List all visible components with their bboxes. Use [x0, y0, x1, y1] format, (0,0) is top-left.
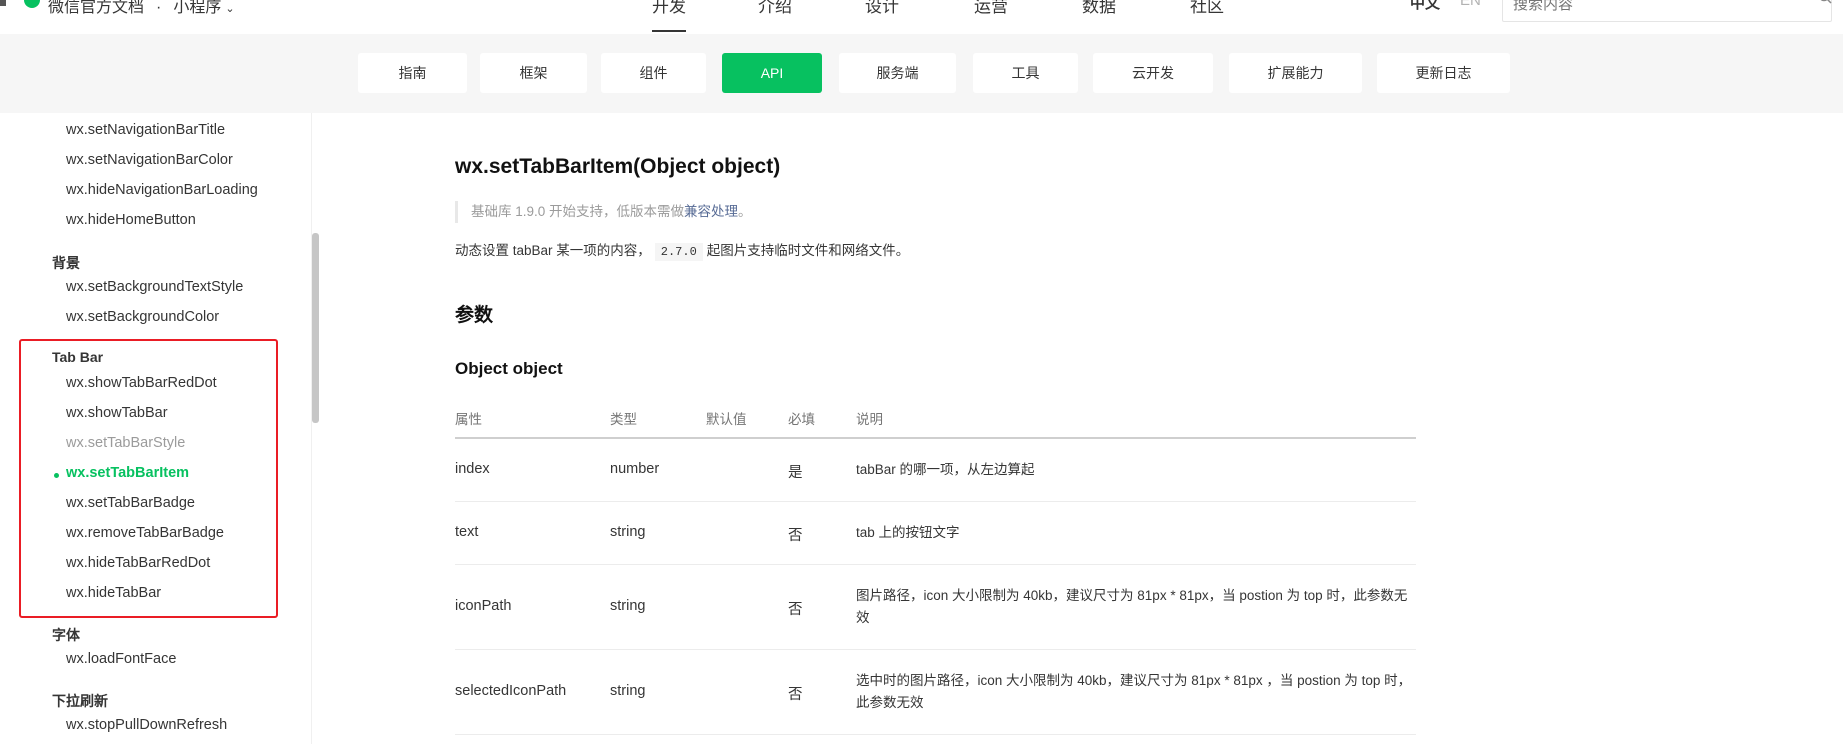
support-note: 基础库 1.9.0 开始支持，低版本需做兼容处理。 [455, 201, 875, 223]
tab-changelog[interactable]: 更新日志 [1377, 53, 1510, 93]
window-edge-mark [0, 0, 6, 6]
tab-guide[interactable]: 指南 [358, 53, 467, 93]
table-cell-desc: 图片路径，icon 大小限制为 40kb，建议尺寸为 81px * 81px，当… [856, 588, 1408, 625]
sidebar-item[interactable]: wx.setBackgroundColor [66, 309, 219, 325]
table-header-name: 属性 [455, 412, 482, 427]
topnav-data[interactable]: 数据 [1082, 0, 1116, 17]
sidebar-item[interactable]: wx.hideTabBar [66, 585, 161, 601]
support-text: 基础库 1.9.0 开始支持，低版本需做 [471, 204, 685, 219]
sidebar-group-title: 下拉刷新 [52, 693, 108, 709]
topnav-intro[interactable]: 介绍 [758, 0, 792, 17]
tab-components[interactable]: 组件 [601, 53, 706, 93]
table-header-divider [455, 437, 1416, 439]
sidebar-group-title: Tab Bar [52, 349, 104, 365]
sidebar-item[interactable]: wx.hideHomeButton [66, 212, 196, 228]
sidebar-scrollbar[interactable] [312, 233, 319, 423]
brand-separator: · [156, 0, 162, 16]
table-cell-type: string [610, 683, 646, 699]
table-cell-name: selectedIconPath [455, 683, 567, 699]
sidebar-item[interactable]: wx.showTabBar [66, 405, 168, 421]
chevron-down-icon[interactable]: ⌄ [225, 3, 234, 15]
topnav-community[interactable]: 社区 [1190, 0, 1224, 17]
table-cell-type: string [610, 598, 646, 614]
sidebar-item[interactable]: wx.showTabBarRedDot [66, 375, 217, 391]
description: 动态设置 tabBar 某一项的内容， 2.7.0 起图片支持临时文件和网络文件。 [455, 239, 910, 261]
table-cell-desc: tab 上的按钮文字 [856, 525, 960, 540]
params-heading: 参数 [455, 305, 494, 326]
sidebar-item[interactable]: wx.setTabBarStyle [66, 435, 185, 451]
tab-server[interactable]: 服务端 [839, 53, 956, 93]
topnav-operate[interactable]: 运营 [974, 0, 1008, 17]
table-cell-name: iconPath [455, 598, 512, 614]
sidebar-item[interactable]: wx.stopPullDownRefresh [66, 717, 227, 733]
compat-link[interactable]: 兼容处理 [684, 204, 738, 219]
table-cell-name: index [455, 461, 490, 477]
table-header-required: 必填 [788, 412, 815, 427]
sidebar-item[interactable]: wx.removeTabBarBadge [66, 525, 224, 541]
support-suffix: 。 [738, 204, 752, 219]
description-text: 动态设置 tabBar 某一项的内容， [455, 243, 651, 258]
sidebar-item-active[interactable]: wx.setTabBarItem [66, 465, 189, 481]
table-cell-required: 否 [788, 528, 803, 544]
table-header-type: 类型 [610, 412, 637, 427]
sidebar-item[interactable]: wx.loadFontFace [66, 651, 176, 667]
table-cell-required: 否 [788, 687, 803, 703]
sidebar-item[interactable]: wx.setBackgroundTextStyle [66, 279, 243, 295]
brand[interactable]: 微信官方文档 · 小程序 ⌄ [48, 0, 235, 17]
search-input[interactable] [1502, 0, 1832, 22]
topnav-dev[interactable]: 开发 [652, 0, 686, 32]
brand-title[interactable]: 微信官方文档 [48, 0, 144, 16]
table-row-divider [455, 649, 1416, 650]
table-cell-type: number [610, 461, 660, 477]
lang-en[interactable]: EN [1460, 0, 1481, 9]
topnav-design[interactable]: 设计 [865, 0, 899, 17]
sidebar-item[interactable]: wx.setTabBarBadge [66, 495, 195, 511]
table-cell-desc: 选中时的图片路径，icon 大小限制为 40kb，建议尺寸为 81px * 81… [856, 673, 1412, 710]
tab-tools[interactable]: 工具 [973, 53, 1078, 93]
table-cell-required: 否 [788, 602, 803, 618]
sidebar-group-title: 背景 [52, 255, 80, 271]
table-cell-desc: tabBar 的哪一项，从左边算起 [856, 462, 1035, 477]
active-bullet-icon [54, 473, 59, 478]
tab-api[interactable]: API [722, 53, 822, 93]
search-icon[interactable] [1818, 0, 1832, 4]
sidebar-item[interactable]: wx.setNavigationBarColor [66, 152, 233, 168]
tab-framework[interactable]: 框架 [480, 53, 587, 93]
table-row-divider [455, 734, 1416, 735]
sidebar-item[interactable]: wx.hideTabBarRedDot [66, 555, 210, 571]
table-row-divider [455, 501, 1416, 502]
table-cell-name: text [455, 524, 479, 540]
table-row-divider [455, 564, 1416, 565]
table-cell-required: 是 [788, 465, 803, 481]
wechat-logo-icon[interactable] [24, 0, 40, 8]
table-header-desc: 说明 [856, 412, 883, 427]
sidebar-group-title: 字体 [52, 627, 80, 643]
tab-cloud[interactable]: 云开发 [1093, 53, 1213, 93]
top-bar: 微信官方文档 · 小程序 ⌄ 开发 介绍 设计 运营 数据 社区 中文 EN [0, 0, 1843, 34]
sidebar-item[interactable]: wx.setNavigationBarTitle [66, 122, 225, 138]
object-heading: Object object [455, 359, 563, 378]
tab-extensions[interactable]: 扩展能力 [1229, 53, 1362, 93]
version-code: 2.7.0 [654, 243, 703, 261]
lang-zh[interactable]: 中文 [1410, 0, 1440, 13]
product-switcher[interactable]: 小程序 [173, 0, 221, 16]
table-header-default: 默认值 [706, 412, 747, 427]
description-suffix: 起图片支持临时文件和网络文件。 [706, 243, 910, 258]
table-cell-type: string [610, 524, 646, 540]
page-title: wx.setTabBarItem(Object object) [455, 155, 781, 178]
sidebar-item[interactable]: wx.hideNavigationBarLoading [66, 182, 258, 198]
